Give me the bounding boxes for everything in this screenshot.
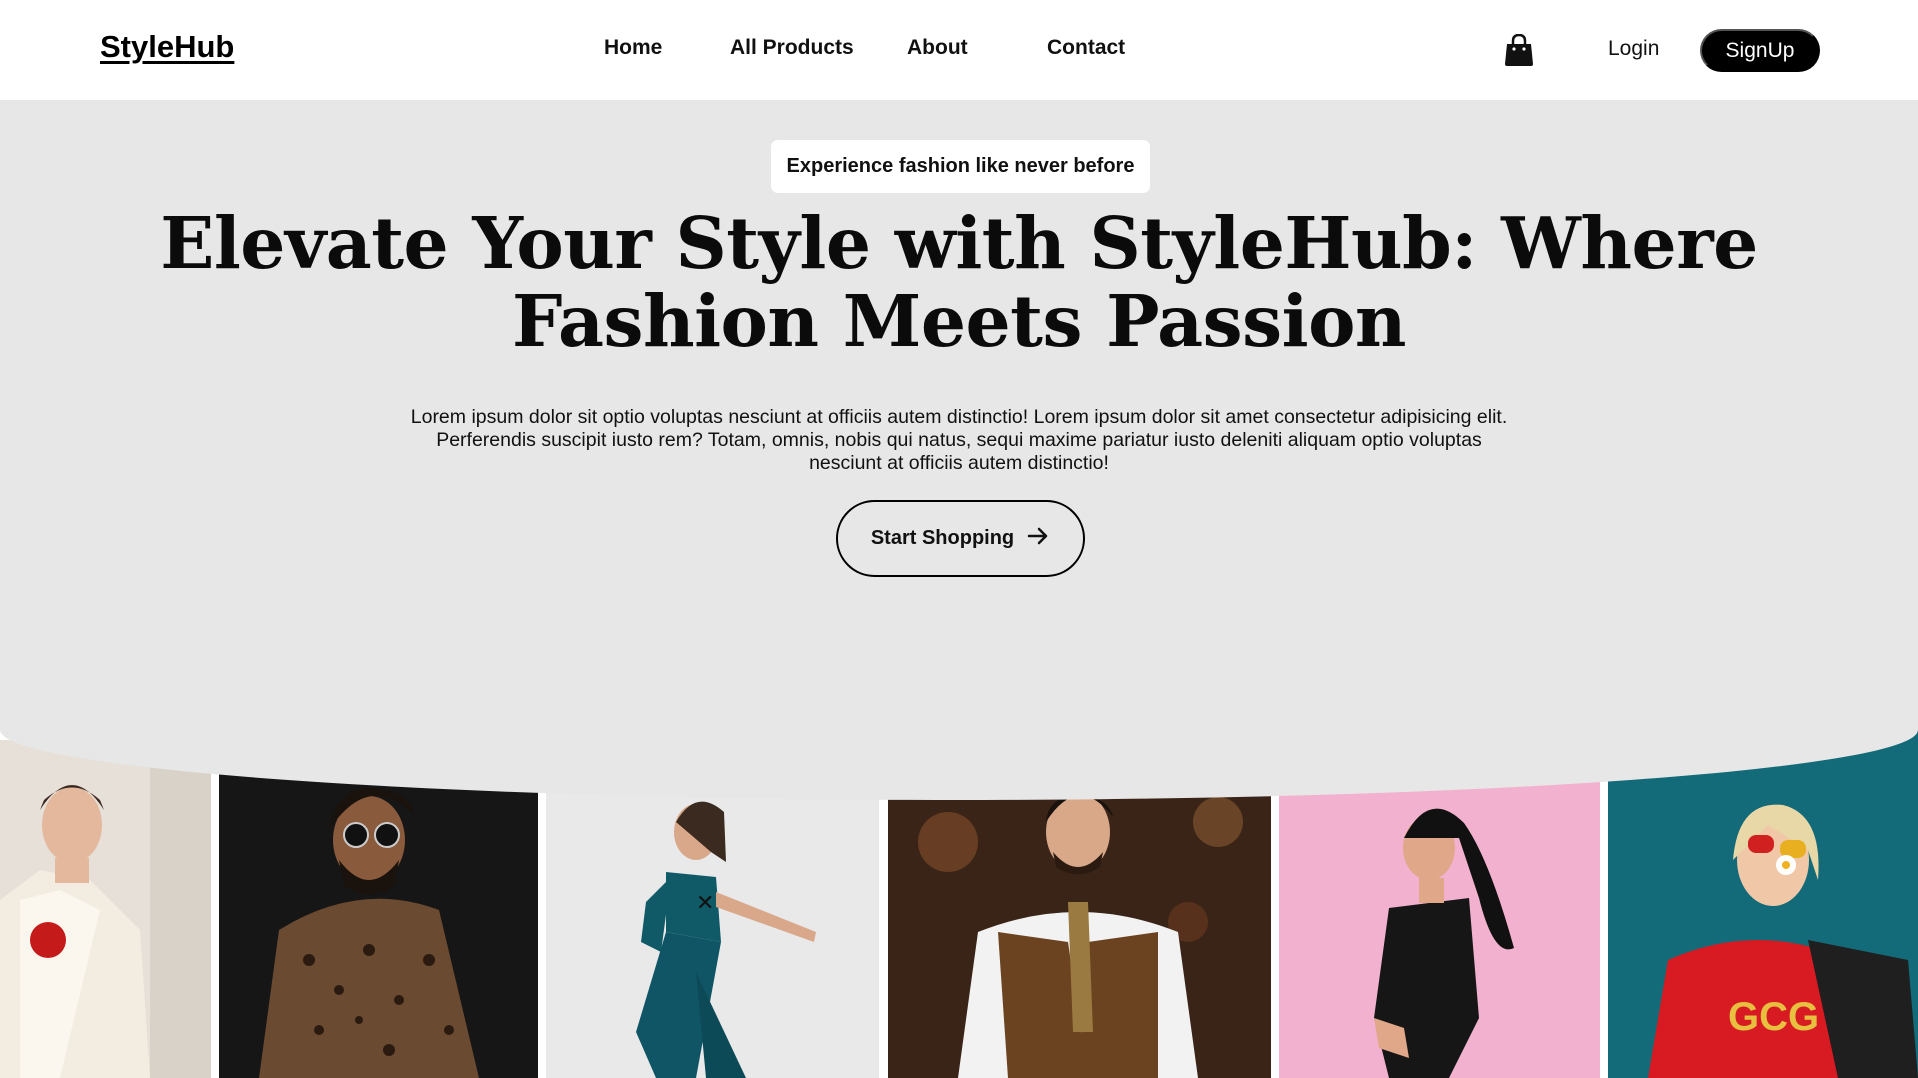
signup-button[interactable]: SignUp [1700, 29, 1820, 72]
svg-text:GCG: GCG [1728, 995, 1819, 1039]
gallery-photo-3: ✕ [546, 782, 879, 1078]
start-shopping-button[interactable]: Start Shopping [836, 500, 1085, 577]
site-header: StyleHub Home All Products About Contact… [0, 0, 1918, 100]
start-shopping-label: Start Shopping [870, 527, 1015, 549]
arrow-right-icon [1026, 524, 1050, 554]
gallery-photo-2 [219, 760, 538, 1078]
gallery-photo-6: GCG [1608, 730, 1918, 1078]
hero-section: Experience fashion like never before Ele… [0, 100, 1918, 800]
login-link[interactable]: Login [1608, 37, 1659, 61]
nav-item-home[interactable]: Home [604, 36, 662, 60]
gallery-photo-1 [0, 740, 211, 1078]
hero-title: Elevate Your Style with StyleHub: Where … [160, 201, 1758, 363]
hero-badge: Experience fashion like never before [771, 140, 1150, 193]
hero-description: Lorem ipsum dolor sit optio voluptas nes… [410, 406, 1508, 474]
svg-text:✕: ✕ [696, 891, 714, 916]
gallery-photo-4 [888, 782, 1271, 1078]
nav-item-contact[interactable]: Contact [1047, 36, 1125, 60]
nav-item-about[interactable]: About [907, 36, 968, 60]
gallery-photo-5 [1279, 768, 1600, 1078]
nav-item-all-products[interactable]: All Products [730, 36, 854, 60]
brand-logo[interactable]: StyleHub [100, 29, 234, 65]
shopping-bag-icon[interactable] [1505, 33, 1533, 66]
